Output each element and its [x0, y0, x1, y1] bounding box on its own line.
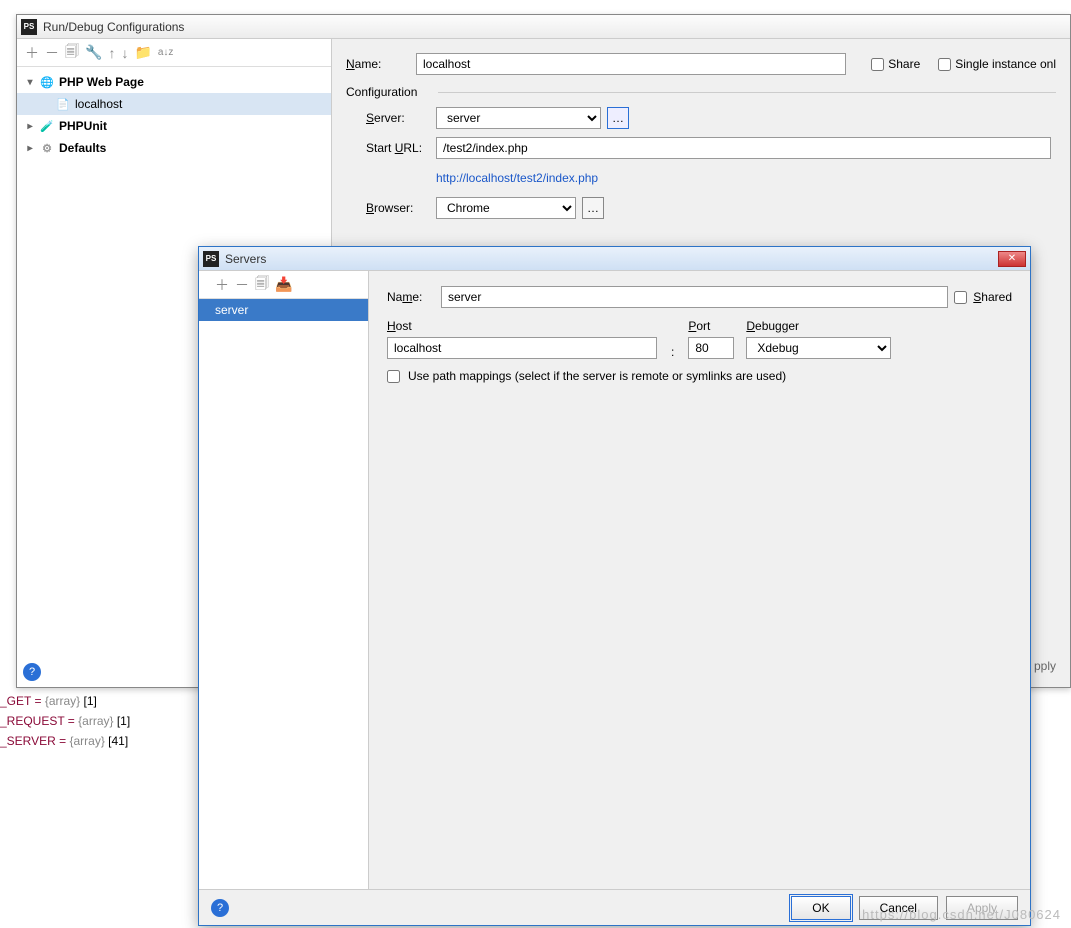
- servers-list-panel: ＋ － 🗐 📥 server: [199, 271, 369, 889]
- port-label: Port: [688, 319, 734, 333]
- server-select[interactable]: server: [436, 107, 601, 129]
- debug-variables: _GET = {array} [1] _REQUEST = {array} [1…: [0, 694, 130, 754]
- single-instance-checkbox[interactable]: [938, 58, 951, 71]
- host-port-colon: :: [669, 345, 676, 359]
- phpstorm-icon: PS: [21, 19, 37, 35]
- share-label: Share: [888, 57, 920, 71]
- help-icon[interactable]: ?: [23, 663, 41, 681]
- watermark: https://blog.csdn.net/J080624: [862, 907, 1061, 922]
- server-list-item[interactable]: server: [199, 299, 368, 321]
- copy-config-icon[interactable]: 🗐: [65, 41, 79, 65]
- add-config-icon[interactable]: ＋: [25, 43, 39, 63]
- close-icon[interactable]: ✕: [998, 251, 1026, 267]
- apply-label-cut: pply: [1034, 659, 1056, 673]
- caret-down-icon: ▾: [25, 77, 35, 88]
- move-down-icon[interactable]: ↓: [121, 45, 128, 61]
- servers-dialog: PS Servers ✕ ＋ － 🗐 📥 server Name: Shared…: [198, 246, 1031, 926]
- servers-title: Servers: [225, 252, 266, 266]
- phpunit-icon: 🧪: [39, 118, 55, 134]
- help-icon[interactable]: ?: [211, 899, 229, 917]
- server-label: Server:: [366, 111, 436, 125]
- phpstorm-icon: PS: [203, 251, 219, 267]
- servers-titlebar[interactable]: PS Servers ✕: [199, 247, 1030, 271]
- full-url-link[interactable]: http://localhost/test2/index.php: [436, 171, 598, 185]
- tree-label: Defaults: [59, 141, 106, 155]
- path-mappings-label: Use path mappings (select if the server …: [408, 369, 786, 383]
- server-browse-button[interactable]: …: [607, 107, 629, 129]
- path-mappings-checkbox[interactable]: [387, 370, 400, 383]
- single-instance-label: Single instance onl: [955, 57, 1056, 71]
- server-form-panel: Name: Shared Host : Port Debugger Xdebug: [369, 271, 1030, 889]
- tree-label: PHPUnit: [59, 119, 107, 133]
- host-label: Host: [387, 319, 657, 333]
- remove-config-icon[interactable]: －: [45, 43, 59, 63]
- run-debug-titlebar[interactable]: PS Run/Debug Configurations: [17, 15, 1070, 39]
- share-checkbox[interactable]: [871, 58, 884, 71]
- caret-right-icon: ▸: [25, 121, 35, 132]
- browser-label: Browser:: [366, 201, 436, 215]
- php-file-icon: 📄: [55, 96, 71, 112]
- starturl-label: Start URL:: [366, 141, 436, 155]
- port-input[interactable]: [688, 337, 734, 359]
- sort-az-icon[interactable]: a↓z: [158, 47, 174, 58]
- server-name-label: Name:: [387, 290, 435, 304]
- name-label: NName:ame:: [346, 57, 416, 71]
- browser-browse-button[interactable]: …: [582, 197, 604, 219]
- server-name-input[interactable]: [441, 286, 948, 308]
- settings-icon[interactable]: 🔧: [85, 44, 102, 61]
- tree-node-localhost[interactable]: 📄 localhost: [17, 93, 331, 115]
- move-up-icon[interactable]: ↑: [108, 45, 115, 61]
- tree-label: localhost: [75, 97, 122, 111]
- caret-right-icon: ▸: [25, 143, 35, 154]
- host-input[interactable]: [387, 337, 657, 359]
- ok-button[interactable]: OK: [791, 896, 850, 920]
- tree-node-defaults[interactable]: ▸ ⚙ Defaults: [17, 137, 331, 159]
- tree-node-phpunit[interactable]: ▸ 🧪 PHPUnit: [17, 115, 331, 137]
- import-server-icon[interactable]: 📥: [275, 276, 292, 293]
- config-toolbar: ＋ － 🗐 🔧 ↑ ↓ 📁 a↓z: [17, 39, 331, 67]
- run-debug-title: Run/Debug Configurations: [43, 20, 184, 34]
- gear-icon: ⚙: [39, 140, 55, 156]
- add-server-icon[interactable]: ＋: [215, 275, 229, 295]
- browser-select[interactable]: Chrome: [436, 197, 576, 219]
- shared-label: Shared: [973, 290, 1012, 304]
- remove-server-icon[interactable]: －: [235, 275, 249, 295]
- servers-toolbar: ＋ － 🗐 📥: [199, 271, 368, 299]
- debugger-label: Debugger: [746, 319, 891, 333]
- tree-label: PHP Web Page: [59, 75, 144, 89]
- copy-server-icon[interactable]: 🗐: [255, 273, 269, 297]
- php-web-icon: 🌐: [39, 74, 55, 90]
- start-url-input[interactable]: [436, 137, 1051, 159]
- debugger-select[interactable]: Xdebug: [746, 337, 891, 359]
- configuration-group-label: Configuration: [346, 85, 1056, 99]
- config-name-input[interactable]: [416, 53, 846, 75]
- shared-checkbox[interactable]: [954, 291, 967, 304]
- folder-icon[interactable]: 📁: [134, 44, 151, 61]
- tree-node-phpwebpage[interactable]: ▾ 🌐 PHP Web Page: [17, 71, 331, 93]
